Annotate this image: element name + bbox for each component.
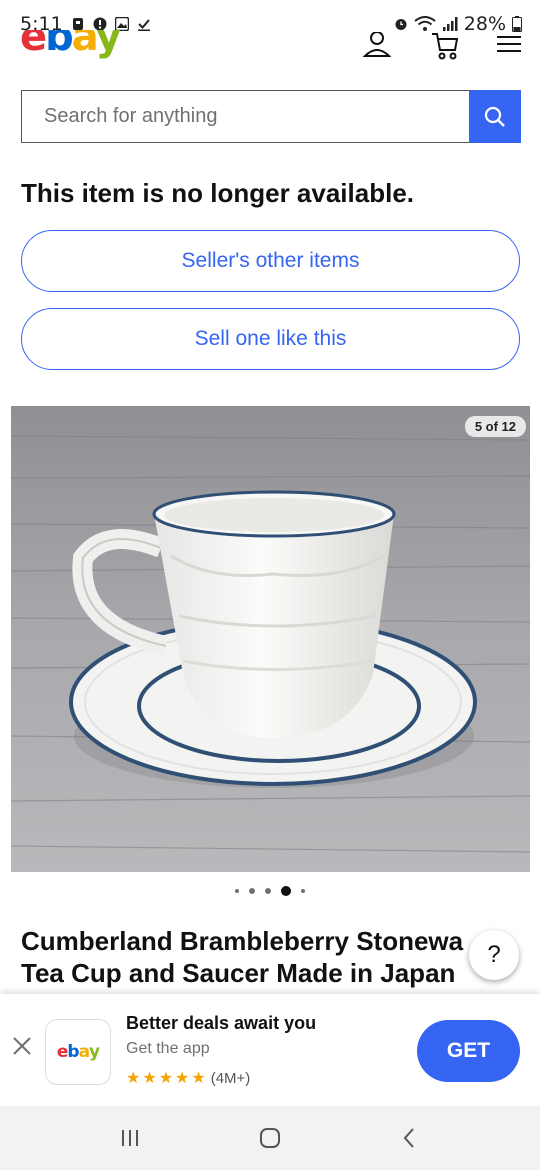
- help-button[interactable]: ?: [469, 930, 519, 980]
- item-image-gallery[interactable]: 5 of 12: [11, 406, 530, 872]
- star-icon: ★: [158, 1070, 174, 1087]
- search-bar: [21, 90, 521, 143]
- image-icon: [114, 17, 129, 31]
- close-icon[interactable]: [10, 1034, 34, 1058]
- recent-apps-icon[interactable]: [118, 1126, 142, 1150]
- menu-icon[interactable]: [495, 32, 525, 62]
- app-header: ebay: [0, 30, 540, 70]
- sell-one-like-this-button[interactable]: Sell one like this: [21, 308, 520, 370]
- search-input[interactable]: [21, 90, 469, 143]
- search-button[interactable]: [469, 90, 521, 143]
- star-icon: ★: [191, 1070, 206, 1087]
- pagination-dot[interactable]: [235, 889, 239, 893]
- pagination-dot-active[interactable]: [281, 886, 291, 896]
- notification-icon: [72, 18, 83, 30]
- image-counter: 5 of 12: [464, 416, 526, 437]
- app-download-banner: ebay Better deals await you Get the app …: [0, 994, 540, 1106]
- star-icon: ★: [126, 1070, 141, 1087]
- cart-icon[interactable]: [430, 32, 460, 62]
- banner-headline: Better deals await you: [126, 1013, 317, 1033]
- listing-title-line: Tea Cup and Saucer Made in Japan: [21, 958, 456, 988]
- listing-title-line: Cumberland Brambleberry Stonewa: [21, 926, 464, 956]
- sellers-other-items-button[interactable]: Seller's other items: [21, 230, 520, 292]
- banner-subline: Get the app: [126, 1040, 210, 1057]
- star-icon: ★: [175, 1070, 190, 1087]
- app-rating: ★ ★ ★ ★ ★ (4M+): [126, 1068, 250, 1088]
- home-icon[interactable]: [258, 1126, 282, 1150]
- gallery-pagination: [0, 883, 540, 899]
- ebay-logo[interactable]: ebay: [20, 30, 122, 60]
- alarm-icon: [395, 19, 407, 30]
- pagination-dot[interactable]: [301, 889, 305, 893]
- account-icon[interactable]: [362, 32, 392, 62]
- search-icon: [484, 106, 505, 127]
- unavailable-notice: This item is no longer available.: [21, 178, 414, 208]
- back-icon[interactable]: [398, 1126, 422, 1150]
- listing-title: Cumberland Brambleberry Stonewa Tea Cup …: [21, 925, 491, 1000]
- get-app-button[interactable]: GET: [417, 1020, 520, 1082]
- pagination-dot[interactable]: [249, 888, 255, 894]
- teacup-photo: [11, 406, 530, 872]
- star-icon: ★: [142, 1070, 157, 1087]
- system-nav-bar: [0, 1106, 540, 1170]
- ebay-app-icon: ebay: [45, 1019, 111, 1085]
- rating-count: (4M+): [210, 1069, 251, 1087]
- alert-icon: [93, 17, 107, 31]
- pagination-dot[interactable]: [265, 888, 271, 894]
- check-icon: [137, 19, 150, 31]
